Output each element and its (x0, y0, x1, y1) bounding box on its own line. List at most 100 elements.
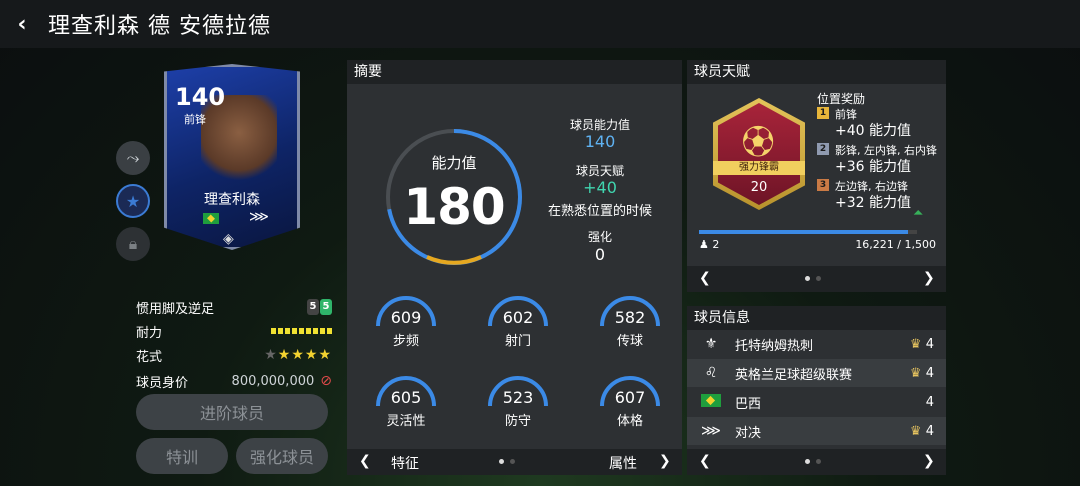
star-icon: ★ (291, 347, 305, 363)
star-icon: ★ (277, 347, 292, 363)
summary-footer: ❮ 特征 属性 ❯ (347, 449, 682, 475)
info-row-league[interactable]: ♌ 英格兰足球超级联赛 ♛ 4 (687, 359, 946, 387)
card-rating: 140 (175, 83, 226, 111)
stat-label: 灵活性 (386, 414, 426, 429)
program-name: 对决 (735, 425, 762, 441)
skills-label: 花式 (136, 349, 163, 365)
talent-progress-text: 16,221 / 1,500 (855, 238, 936, 251)
back-arrow-icon[interactable]: ‹ (0, 12, 44, 37)
bonus-value: +32 能力值 (835, 195, 911, 211)
stat-value: 582 (614, 308, 646, 327)
talent-badge[interactable]: ⚽︎ 强力锋霸 20 (713, 98, 805, 210)
talent-footer: ❮ ❯ (687, 266, 946, 292)
stat-label: 防守 (504, 414, 531, 429)
stat-label: 步频 (392, 334, 419, 349)
advance-player-button[interactable]: 进阶球员 (136, 394, 328, 430)
player-info-panel: 球员信息 ⚜ 托特纳姆热刺 ♛ 4 ♌ 英格兰足球超级联赛 ♛ 4 巴西 4 ⋙… (687, 306, 946, 475)
favorite-star-icon[interactable]: ★ (116, 184, 150, 218)
program-icon: ⋙ (701, 423, 721, 439)
stamina-segment (285, 328, 290, 334)
ovr-label: 能力值 (431, 154, 477, 172)
stat-1: 602 射门 (483, 292, 553, 352)
weak-foot-left-value: 5 (307, 299, 319, 315)
top-bar: ‹ 理查利森 德 安德拉德 (0, 0, 1080, 48)
stat-4: 523 防守 (483, 372, 553, 432)
page-dots (499, 459, 523, 464)
stamina-segment (320, 328, 325, 334)
talent-value: +40 (583, 178, 617, 197)
player-value: 800,000,000 (231, 373, 315, 389)
attributes-tab[interactable]: 属性 (609, 453, 637, 473)
stat-label: 射门 (504, 334, 531, 349)
player-card[interactable]: 140 前锋 理查利森 ⋙ ◈ (164, 64, 300, 250)
stat-value: 607 (614, 388, 646, 407)
card-position: 前锋 (184, 113, 206, 126)
league-crest-icon: ♌ (704, 365, 718, 381)
program-chemistry: ♛ 4 (909, 423, 934, 439)
card-nation-flag-icon (203, 213, 219, 224)
league-name: 英格兰足球超级联赛 (735, 367, 853, 383)
info-row-club[interactable]: ⚜ 托特纳姆热刺 ♛ 4 (687, 330, 946, 358)
info-page-dots (805, 459, 829, 464)
prev-page-icon[interactable]: ❮ (359, 453, 371, 469)
weak-foot-label: 惯用脚及逆足 (136, 301, 215, 317)
talent-badge-level: 20 (750, 180, 768, 195)
ability-label: 球员能力值 (569, 118, 630, 132)
share-icon[interactable]: ⤳ (116, 141, 150, 175)
stamina-segment (299, 328, 304, 334)
stat-label: 体格 (616, 414, 643, 429)
star-icon: ★ (304, 347, 319, 363)
stat-5: 607 体格 (595, 372, 665, 432)
stat-value: 609 (390, 308, 422, 327)
star-icon: ★ (264, 347, 278, 363)
bonus-rank: 1 (817, 107, 829, 119)
lock-icon[interactable]: 🔒︎ (116, 227, 150, 261)
bonus-value: +36 能力值 (835, 159, 911, 175)
stat-3: 605 灵活性 (371, 372, 441, 432)
stamina-label: 耐力 (136, 325, 163, 341)
stat-label: 传球 (616, 334, 643, 349)
value-row: 球员身价 800,000,000 ⊘ (136, 370, 332, 392)
upgrade-arrow-icon: ⏶ (913, 206, 924, 221)
talent-count: ♟ 2 (699, 238, 719, 251)
stamina-segment (306, 328, 311, 334)
stamina-row: 耐力 (136, 320, 332, 342)
stat-value: 523 (502, 388, 534, 407)
club-chemistry: ♛ 4 (909, 336, 934, 352)
info-prev-icon[interactable]: ❮ (699, 453, 711, 469)
info-title: 球员信息 (687, 306, 946, 330)
training-button[interactable]: 特训 (136, 438, 228, 474)
enhance-value: 0 (594, 245, 606, 264)
weak-foot-right-value: 5 (320, 299, 332, 315)
info-next-icon[interactable]: ❯ (923, 453, 935, 469)
card-program-icon: ⋙ (249, 209, 269, 225)
nation-chemistry: 4 (925, 394, 934, 410)
info-row-program[interactable]: ⋙ 对决 ♛ 4 (687, 417, 946, 445)
stamina-bar (271, 328, 332, 334)
talent-next-icon[interactable]: ❯ (923, 270, 935, 286)
next-page-icon[interactable]: ❯ (659, 453, 671, 469)
club-crest-icon: ⚜ (704, 336, 718, 352)
talent-label: 球员天赋 (575, 164, 624, 178)
info-row-nation[interactable]: 巴西 4 (687, 388, 946, 416)
star-icon: ★ (318, 347, 332, 363)
stat-0: 609 步频 (371, 292, 441, 352)
traits-tab[interactable]: 特征 (391, 453, 419, 473)
ovr-value: 180 (403, 178, 505, 236)
card-chemistry-shield-icon: ◈ (223, 231, 234, 247)
striker-kick-icon: ⚽︎ (742, 123, 775, 161)
talent-prev-icon[interactable]: ❮ (699, 270, 711, 286)
talent-progress-bar (699, 230, 917, 234)
league-chemistry: ♛ 4 (909, 365, 934, 381)
talent-page-dots (805, 276, 829, 281)
summary-title: 摘要 (347, 60, 682, 84)
ability-value: 140 (584, 132, 616, 151)
enhance-player-button[interactable]: 强化球员 (236, 438, 328, 474)
stamina-segment (292, 328, 297, 334)
brazil-flag-icon (687, 393, 735, 411)
nation-name: 巴西 (735, 396, 762, 412)
bonus-rank: 3 (817, 179, 829, 191)
stamina-segment (278, 328, 283, 334)
person-icon: ♟ (699, 238, 709, 251)
stamina-segment (313, 328, 318, 334)
